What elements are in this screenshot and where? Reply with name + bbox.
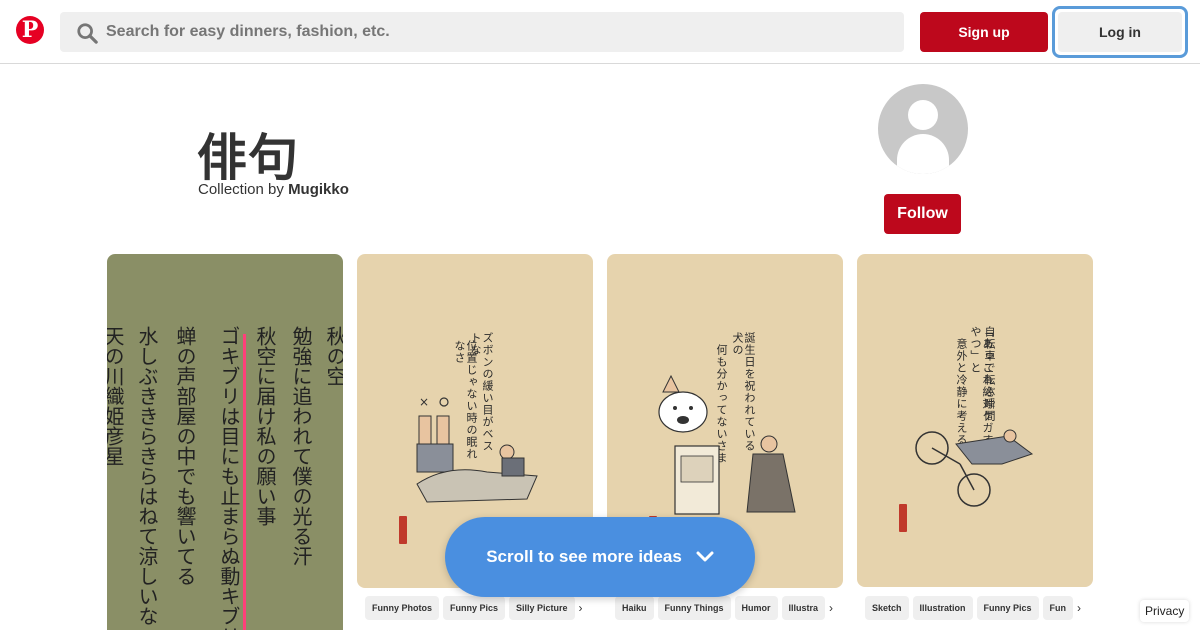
tag-chip[interactable]: Silly Picture (509, 596, 575, 620)
book-text-column: 蝉の声部屋の中でも響いてる (173, 326, 197, 586)
pin-tags: Haiku Funny Things Humor Illustra › (615, 596, 837, 620)
privacy-link[interactable]: Privacy (1140, 600, 1190, 622)
red-seal-stamp (899, 504, 907, 532)
tag-chip[interactable]: Funny Photos (365, 596, 439, 620)
tag-chip[interactable]: Illustra (781, 596, 826, 620)
author-link[interactable]: Mugikko (288, 181, 349, 198)
book-text-column: 勉強に追われて僕の光る汗 (289, 326, 313, 566)
tag-chip[interactable]: Sketch (865, 596, 909, 620)
chevron-right-icon[interactable]: › (829, 596, 833, 620)
tag-chip[interactable]: Funny Pics (443, 596, 506, 620)
tag-chip[interactable]: Haiku (615, 596, 654, 620)
collection-title: 俳句 (197, 130, 299, 186)
book-text-column: 秋の空 (323, 326, 343, 386)
top-navbar: P Sign up Log in (0, 0, 1200, 64)
pin-book-page[interactable]: 秋の空 勉強に追われて僕の光る汗 秋空に届け私の願い事 ゴキブリは目にも止まらぬ… (107, 254, 343, 630)
book-text-column: 水しぶききらきらはねて涼しいな (135, 326, 159, 626)
chevron-right-icon[interactable]: › (1077, 596, 1081, 620)
default-avatar-icon[interactable] (878, 84, 968, 174)
search-icon (77, 23, 98, 44)
tag-chip[interactable]: Illustration (912, 596, 973, 620)
tag-chip[interactable]: Funny Pics (976, 596, 1039, 620)
pinterest-logo-icon[interactable]: P (16, 16, 44, 44)
collection-byline: Collection by Mugikko (198, 181, 349, 198)
login-button[interactable]: Log in (1052, 6, 1188, 58)
signup-button[interactable]: Sign up (920, 12, 1048, 52)
sleeping-illustration-icon: × (416, 395, 538, 503)
pin-tags: Funny Photos Funny Pics Silly Picture › (365, 596, 587, 620)
tag-chip[interactable]: Humor (734, 596, 778, 620)
pin-haiku-bicycle[interactable]: 自転車で転ぶ瞬間 「あっこれ絶対ケガするやつ」と 意外と冷静に考える (857, 254, 1093, 587)
book-text-column: 天の川織姫彦星 (107, 326, 125, 466)
svg-text:×: × (419, 395, 429, 409)
red-line-marker (243, 334, 246, 630)
red-seal-stamp (399, 516, 407, 544)
scroll-more-button[interactable]: Scroll to see more ideas (445, 517, 755, 597)
follow-button[interactable]: Follow (884, 194, 961, 234)
search-bar[interactable] (60, 12, 904, 52)
byline-prefix: Collection by (198, 181, 284, 198)
dog-illustration-icon (658, 374, 796, 515)
chevron-right-icon[interactable]: › (579, 596, 583, 620)
pin-tags: Sketch Illustration Funny Pics Fun › (865, 596, 1087, 620)
tag-chip[interactable]: Fun (1042, 596, 1074, 620)
scroll-more-label: Scroll to see more ideas (486, 547, 682, 566)
login-button-label: Log in (1058, 12, 1182, 52)
book-text-column: ゴキブリは目にも止まらぬ動キブリ (217, 326, 241, 630)
chevron-down-icon (696, 551, 714, 562)
bicycle-illustration-icon (915, 429, 1034, 507)
book-text-column: 秋空に届け私の願い事 (253, 326, 277, 526)
search-input[interactable] (106, 12, 886, 52)
tag-chip[interactable]: Funny Things (657, 596, 731, 620)
